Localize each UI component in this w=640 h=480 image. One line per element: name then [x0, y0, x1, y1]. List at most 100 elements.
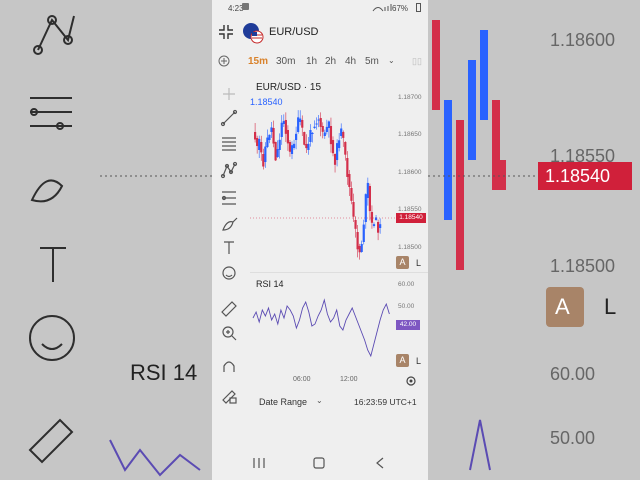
emoji-icon[interactable]: [222, 266, 236, 280]
price-tick: 1.18650: [398, 131, 422, 138]
candle-body: [317, 119, 320, 121]
candle-body: [258, 138, 261, 150]
candle-body: [327, 121, 330, 128]
pane-divider[interactable]: [250, 272, 428, 273]
chevron-down-icon[interactable]: ⌄: [316, 396, 323, 405]
lock-drawing-icon[interactable]: [222, 390, 237, 404]
prediction-icon[interactable]: [221, 191, 236, 205]
candle-body: [336, 143, 339, 160]
symbol-name[interactable]: EUR/USD: [269, 26, 319, 38]
rsi-value-label: 42.00: [396, 320, 420, 330]
price-tick: 1.18500: [398, 244, 422, 251]
zoom-in-icon[interactable]: [222, 326, 237, 341]
candle-body: [284, 120, 287, 134]
candle-body: [331, 140, 335, 154]
candle-body: [340, 128, 343, 136]
chart-header: EUR/USD: [212, 16, 428, 48]
text-icon[interactable]: [224, 241, 234, 254]
timeframe-1h[interactable]: 1h: [306, 56, 317, 67]
candle-body: [368, 186, 371, 212]
candle-body: [338, 140, 341, 148]
collapse-icon[interactable]: [218, 24, 234, 40]
drawing-toolbar: [220, 88, 238, 404]
settings-icon[interactable]: [405, 375, 417, 387]
candle-body: [288, 142, 292, 152]
screen-recording-frame: 1.18600 1.18550 1.18500 1.18540 RSI 14 6…: [0, 0, 640, 480]
candle-body: [278, 139, 281, 150]
status-bar: 4:23 67%: [212, 0, 428, 16]
utc-clock[interactable]: 16:23:59 UTC+1: [354, 397, 417, 407]
timeframe-5m[interactable]: 5m: [365, 56, 379, 67]
signal-icon: [372, 4, 392, 12]
auto-scale-button[interactable]: A: [396, 256, 409, 269]
rsi-tick: 50.00: [398, 303, 415, 310]
timeframe-more-icon[interactable]: ⌄: [388, 56, 395, 65]
candle-body: [379, 224, 382, 228]
candle-body: [354, 220, 357, 229]
timeframe-30m[interactable]: 30m: [276, 56, 295, 67]
time-tick: 06:00: [293, 376, 311, 383]
brush-icon[interactable]: [222, 217, 238, 231]
candle-body: [325, 126, 328, 132]
pattern-icon[interactable]: [220, 161, 238, 179]
phone-screen: 4:23 67% EUR/USD 15m 30m 1h 2h 4h 5m ⌄ ▯…: [212, 0, 428, 480]
candle-body: [264, 146, 267, 162]
candle-body: [303, 132, 306, 145]
candle-body: [266, 137, 269, 147]
candle-body: [254, 132, 257, 140]
current-price-label: 1.18540: [396, 213, 426, 223]
rsi-chart[interactable]: [250, 280, 396, 370]
battery-icon: [416, 3, 421, 12]
price-tick: 1.18600: [398, 169, 422, 176]
bg-price-tick: 1.18600: [550, 30, 616, 50]
bg-price-tick: 1.18550: [550, 146, 616, 166]
candle-body: [329, 126, 333, 145]
timeframe-15m[interactable]: 15m: [248, 56, 268, 67]
candle-body: [309, 130, 312, 142]
candle-body: [370, 212, 374, 223]
candle-body: [344, 142, 347, 155]
candle-body: [301, 120, 304, 128]
candle-body: [286, 130, 289, 144]
recent-apps-icon[interactable]: [252, 457, 266, 469]
timeframe-2h[interactable]: 2h: [325, 56, 336, 67]
candlestick-chart[interactable]: [250, 90, 396, 260]
candle-body: [364, 194, 367, 222]
candle-body: [280, 122, 283, 137]
date-range-button[interactable]: Date Range: [259, 397, 307, 407]
candle-body: [315, 123, 318, 125]
candle-body: [350, 188, 353, 201]
magnet-icon[interactable]: [223, 361, 235, 372]
bg-rsi-title: RSI 14: [130, 360, 198, 385]
candle-body: [292, 143, 296, 148]
crosshair-icon[interactable]: [223, 88, 235, 100]
candle-body: [342, 132, 345, 138]
add-icon[interactable]: [218, 55, 230, 67]
chart-type-icon[interactable]: ▯▯: [412, 56, 422, 67]
candle-body: [362, 224, 365, 242]
candle-body: [274, 142, 277, 161]
candle-body: [360, 243, 363, 252]
time-tick: 12:00: [340, 376, 358, 383]
timeframe-4h[interactable]: 4h: [345, 56, 356, 67]
bg-price-tick: 1.18500: [550, 256, 616, 276]
log-scale-button[interactable]: L: [416, 258, 421, 268]
trendline-icon[interactable]: [220, 109, 238, 127]
candle-body: [276, 149, 279, 157]
candle-body: [311, 132, 314, 134]
candle-body: [307, 143, 310, 150]
notification-icon: [242, 3, 249, 10]
home-icon[interactable]: [312, 457, 326, 469]
candle-body: [372, 224, 376, 226]
ruler-icon[interactable]: [221, 301, 237, 317]
candle-body: [313, 126, 316, 128]
candle-body: [295, 133, 298, 140]
android-nav-bar: [212, 448, 428, 480]
rsi-auto-scale-button[interactable]: A: [396, 354, 409, 367]
bg-badge-l: L: [604, 294, 617, 319]
candle-body: [290, 145, 294, 154]
candle-body: [321, 126, 324, 132]
rsi-log-scale-button[interactable]: L: [416, 356, 421, 366]
back-icon[interactable]: [374, 457, 386, 469]
fib-icon[interactable]: [222, 137, 236, 151]
